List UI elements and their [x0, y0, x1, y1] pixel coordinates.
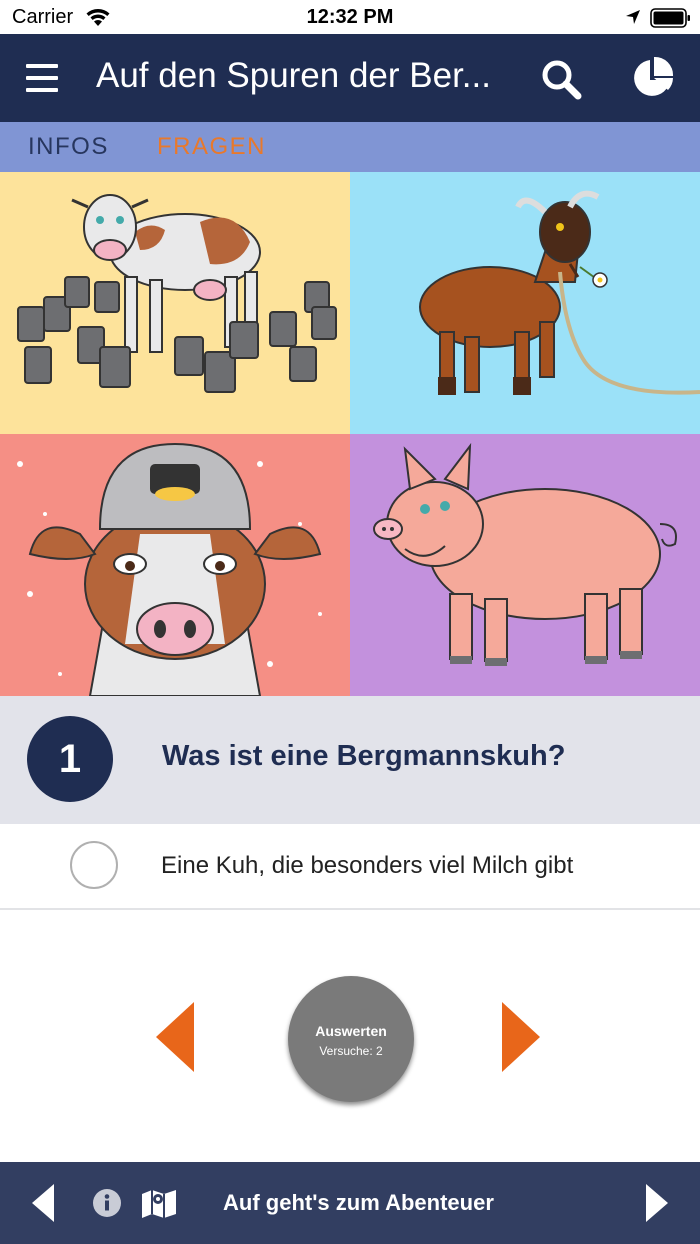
- pie-chart-icon[interactable]: [630, 56, 674, 100]
- question-number: 1: [27, 716, 113, 802]
- hamburger-menu-icon: [26, 64, 58, 68]
- cow-with-miner-helmet-illustration: [17, 442, 322, 696]
- previous-question-arrow-icon[interactable]: [150, 1000, 200, 1074]
- battery-icon: [650, 8, 690, 28]
- info-icon[interactable]: [92, 1188, 122, 1218]
- adventure-link[interactable]: Auf geht's zum Abenteuer: [223, 1190, 494, 1216]
- image-option-miner-cow[interactable]: [0, 434, 350, 696]
- answer-text: Eine Kuh, die besonders viel Milch gibt: [161, 852, 574, 879]
- search-icon[interactable]: [540, 58, 582, 100]
- hamburger-menu-icon: [26, 76, 58, 80]
- image-option-pig[interactable]: [350, 434, 700, 696]
- question-header: 1 Was ist eine Bergmannskuh?: [0, 696, 700, 824]
- evaluate-button[interactable]: Auswerten Versuche: 2: [288, 976, 414, 1102]
- tab-bar: INFOS FRAGEN: [0, 122, 700, 172]
- evaluate-label: Auswerten: [315, 1023, 387, 1039]
- app-header: Auf den Spuren der Ber...: [0, 34, 700, 122]
- image-option-goat[interactable]: [350, 172, 700, 434]
- image-grid: [0, 172, 700, 696]
- goat-with-flower-illustration: [419, 190, 700, 395]
- hamburger-menu-icon: [26, 88, 58, 92]
- next-question-arrow-icon[interactable]: [496, 1000, 546, 1074]
- answer-radio-button[interactable]: [70, 841, 118, 889]
- question-text: Was ist eine Bergmannskuh?: [162, 740, 566, 772]
- back-arrow-icon[interactable]: [28, 1182, 58, 1224]
- menu-button[interactable]: [22, 58, 62, 98]
- status-bar: Carrier 12:32 PM: [0, 0, 700, 34]
- tab-infos[interactable]: INFOS: [28, 133, 109, 161]
- bottom-navigation-bar: Auf geht's zum Abenteuer: [0, 1162, 700, 1244]
- image-option-cow-milk-cans[interactable]: [0, 172, 350, 434]
- attempts-label: Versuche: 2: [319, 1044, 383, 1058]
- cow-with-milk-cans-illustration: [17, 194, 337, 393]
- tab-fragen[interactable]: FRAGEN: [157, 133, 266, 161]
- page-title: Auf den Spuren der Ber...: [96, 56, 491, 95]
- map-icon[interactable]: [140, 1186, 178, 1220]
- location-arrow-icon: [626, 10, 640, 24]
- answer-option[interactable]: Eine Kuh, die besonders viel Milch gibt: [0, 824, 700, 910]
- pig-illustration: [373, 442, 677, 666]
- status-time: 12:32 PM: [306, 6, 394, 28]
- forward-arrow-icon[interactable]: [642, 1182, 672, 1224]
